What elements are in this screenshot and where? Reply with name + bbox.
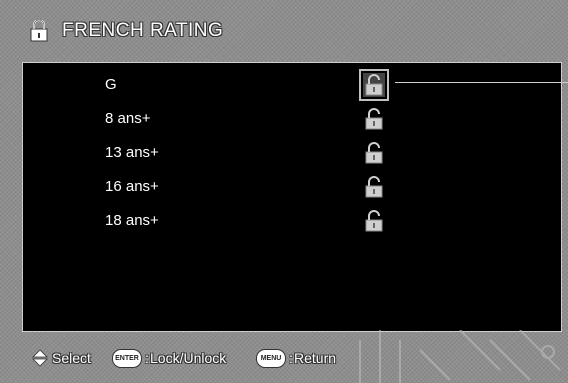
help-separator: : xyxy=(289,350,293,366)
rating-row-8-ans[interactable]: 8 ans+ xyxy=(23,102,561,136)
up-down-arrows-icon xyxy=(32,349,48,367)
rating-label: G xyxy=(105,76,117,93)
rating-row-13-ans[interactable]: 13 ans+ xyxy=(23,136,561,170)
decorative-circuit-graphic xyxy=(359,330,561,383)
rating-row-18-ans[interactable]: 18 ans+ xyxy=(23,204,561,238)
parental-rating-screen: FRENCH RATING G 8 ans+ 13 ans+ 16 ans+ 1… xyxy=(0,0,568,383)
rating-row-g[interactable]: G xyxy=(23,68,568,102)
unlocked-padlock-icon[interactable] xyxy=(363,209,385,233)
rating-label: 13 ans+ xyxy=(105,144,159,161)
unlocked-padlock-icon[interactable] xyxy=(359,69,389,101)
page-title: FRENCH RATING xyxy=(62,20,224,41)
unlocked-padlock-icon[interactable] xyxy=(363,107,385,131)
help-select-label: Select xyxy=(52,350,91,366)
rating-label: 16 ans+ xyxy=(105,178,159,195)
lock-icon xyxy=(30,20,48,42)
callout-line xyxy=(395,82,568,83)
unlocked-padlock-icon[interactable] xyxy=(363,141,385,165)
title-bar: FRENCH RATING xyxy=(0,0,568,58)
help-separator: : xyxy=(145,350,149,366)
enter-key-badge: ENTER xyxy=(112,349,142,368)
menu-key-badge: MENU xyxy=(256,349,286,368)
rating-label: 8 ans+ xyxy=(105,110,151,127)
help-return-label: Return xyxy=(294,350,337,366)
rating-row-16-ans[interactable]: 16 ans+ xyxy=(23,170,561,204)
rating-label: 18 ans+ xyxy=(105,212,159,229)
help-lock-label: Lock/Unlock xyxy=(150,350,227,366)
unlocked-padlock-icon[interactable] xyxy=(363,175,385,199)
rating-list: G 8 ans+ 13 ans+ 16 ans+ 18 ans+ xyxy=(22,62,568,332)
